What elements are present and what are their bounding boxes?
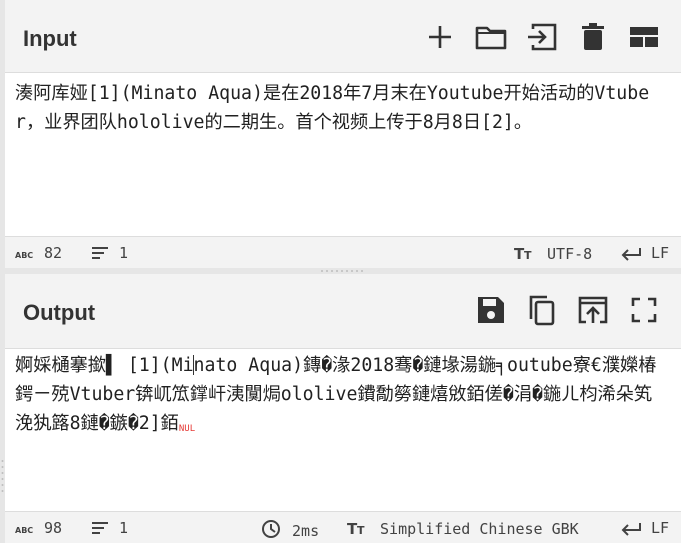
input-panel: Input 湊阿库娅[1](Minato Aqua)是在2018年7月末在You… bbox=[5, 0, 681, 268]
output-encoding[interactable]: TT Simplified Chinese GBK bbox=[347, 519, 579, 538]
input-header: Input bbox=[5, 0, 681, 73]
output-panel: Output 婀婇樋搴撳▌ [1](Minato Aqua)鏄�湪2018骞�鏈… bbox=[5, 274, 681, 543]
input-eol[interactable]: LF bbox=[620, 244, 669, 262]
delete-icon[interactable] bbox=[576, 20, 610, 54]
output-eol-value: LF bbox=[651, 519, 670, 537]
input-line-count-value: 1 bbox=[119, 244, 129, 262]
input-char-count: ABC 82 bbox=[15, 244, 62, 262]
svg-text:ABC: ABC bbox=[15, 251, 33, 260]
copy-icon[interactable] bbox=[525, 293, 559, 327]
svg-text:ABC: ABC bbox=[15, 526, 33, 535]
output-encoding-value: Simplified Chinese GBK bbox=[380, 520, 579, 538]
folder-icon[interactable] bbox=[474, 20, 508, 54]
eol-arrow-icon bbox=[621, 248, 641, 261]
input-char-count-value: 82 bbox=[44, 244, 63, 262]
import-icon[interactable] bbox=[525, 20, 559, 54]
save-icon[interactable] bbox=[474, 293, 508, 327]
output-title: Output bbox=[23, 300, 96, 325]
eol-arrow-icon bbox=[621, 523, 641, 536]
input-encoding[interactable]: TT UTF-8 bbox=[514, 244, 593, 263]
text-encoding-icon: TT bbox=[514, 245, 532, 263]
add-icon[interactable] bbox=[423, 20, 457, 54]
output-eol[interactable]: LF bbox=[620, 519, 669, 537]
output-line-count-value: 1 bbox=[119, 519, 129, 537]
input-eol-value: LF bbox=[651, 244, 670, 262]
output-line-count: 1 bbox=[90, 519, 128, 537]
svg-text:T: T bbox=[357, 524, 365, 537]
output-bake-time: 2ms bbox=[261, 519, 320, 540]
input-line-count: 1 bbox=[90, 244, 128, 262]
svg-text:T: T bbox=[524, 249, 532, 262]
clock-icon bbox=[262, 520, 280, 538]
output-char-count-value: 98 bbox=[44, 519, 63, 537]
text-encoding-icon: TT bbox=[347, 520, 365, 538]
lines-icon bbox=[92, 247, 108, 259]
output-header: Output bbox=[5, 274, 681, 349]
replace-input-icon[interactable] bbox=[576, 293, 610, 327]
input-text[interactable]: 湊阿库娅[1](Minato Aqua)是在2018年7月末在Youtube开始… bbox=[15, 79, 669, 137]
output-bake-time-value: 2ms bbox=[292, 522, 320, 540]
input-status-bar: ABC 82 1 TT UTF-8 LF bbox=[5, 236, 681, 268]
maximise-icon[interactable] bbox=[627, 293, 661, 327]
input-encoding-value: UTF-8 bbox=[547, 245, 593, 263]
lines-icon bbox=[92, 522, 108, 534]
abc-icon: ABC bbox=[15, 251, 33, 260]
abc-icon: ABC bbox=[15, 526, 33, 535]
input-title: Input bbox=[23, 26, 77, 51]
output-char-count: ABC 98 bbox=[15, 519, 62, 537]
output-status-bar: ABC 98 1 2ms TT Simplified Chinese GBK L… bbox=[5, 511, 681, 543]
output-text[interactable]: 婀婇樋搴撳▌ [1](Minato Aqua)鏄�湪2018骞�鏈堟湯鍦╕out… bbox=[15, 351, 669, 444]
layout-icon[interactable] bbox=[627, 20, 661, 54]
output-text-start: 婀婇樋搴撳▌ [1](Mi bbox=[15, 355, 194, 376]
nul-char: NUL bbox=[178, 424, 196, 434]
